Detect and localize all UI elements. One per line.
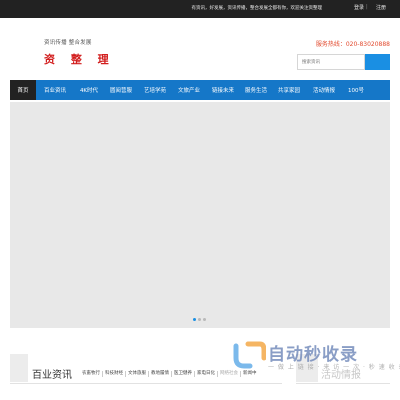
nav-item[interactable]: 艺培学苑 [138, 80, 172, 100]
section-tab[interactable]: 教地履情 [149, 371, 172, 377]
site-logo[interactable]: 资讯传播 整合发展 资 整 理 [44, 38, 115, 67]
section-tab[interactable]: 医卫健养 [172, 371, 195, 377]
section-tab[interactable]: 文体旅服 [126, 371, 149, 377]
nav-item[interactable]: 圆阅营服 [104, 80, 138, 100]
nav-item[interactable]: 文旅产业 [172, 80, 206, 100]
topbar-separator: | [366, 4, 368, 10]
nav-item[interactable]: 活动情报 [306, 80, 342, 100]
main-nav: 首页 百业资讯 4K时代 圆阅营服 艺培学苑 文旅产业 链接未来 服务生活 共享家园 活动情报 10… [10, 80, 390, 100]
logo-slogan: 资讯传播 整合发展 [44, 40, 92, 46]
nav-item[interactable]: 4K时代 [74, 80, 104, 100]
carousel-dot[interactable] [198, 318, 201, 321]
watermark-logo-icon [233, 341, 266, 369]
section-tab[interactable]: 农畜牧行 [80, 371, 103, 377]
nav-item[interactable]: 百业资讯 [36, 80, 74, 100]
nav-item[interactable]: 共享家园 [272, 80, 306, 100]
top-bar: 有资讯，好发展，资讯传播，整合发展全都有你，欢迎关注资整理 登录 | 注册 [0, 0, 400, 18]
search-input[interactable] [297, 54, 365, 70]
section-divider [296, 383, 390, 384]
section-tab[interactable]: 科技财经 [103, 371, 126, 377]
section-divider [10, 383, 282, 384]
register-link[interactable]: 注册 [376, 4, 386, 11]
nav-item[interactable]: 首页 [10, 80, 36, 100]
section-title: 百业资讯 [32, 370, 72, 381]
nav-item[interactable]: 100号 [342, 80, 370, 100]
nav-item[interactable]: 服务生活 [240, 80, 272, 100]
search-button[interactable] [365, 54, 390, 70]
hero-banner[interactable] [10, 102, 390, 328]
banner-dots [193, 318, 206, 321]
section-tab[interactable]: 家电日化 [195, 371, 218, 377]
section-title-block [10, 354, 28, 382]
welcome-text: 有资讯，好发展，资讯传播，整合发展全都有你，欢迎关注资整理 [191, 6, 323, 11]
carousel-dot[interactable] [203, 318, 206, 321]
nav-item[interactable]: 链接未来 [206, 80, 240, 100]
service-hotline: 服务热线：020-83020888 [315, 41, 390, 48]
watermark-slogan: 一 做 上 链 接 · 来 访 一 次 · 秒 速 收 录 一 [268, 364, 400, 371]
carousel-dot[interactable] [193, 318, 196, 321]
watermark-overlay: 自动秒收录 一 做 上 链 接 · 来 访 一 次 · 秒 速 收 录 一 [226, 336, 400, 380]
logo-name: 资 整 理 [44, 53, 115, 66]
login-link[interactable]: 登录 [354, 4, 364, 11]
